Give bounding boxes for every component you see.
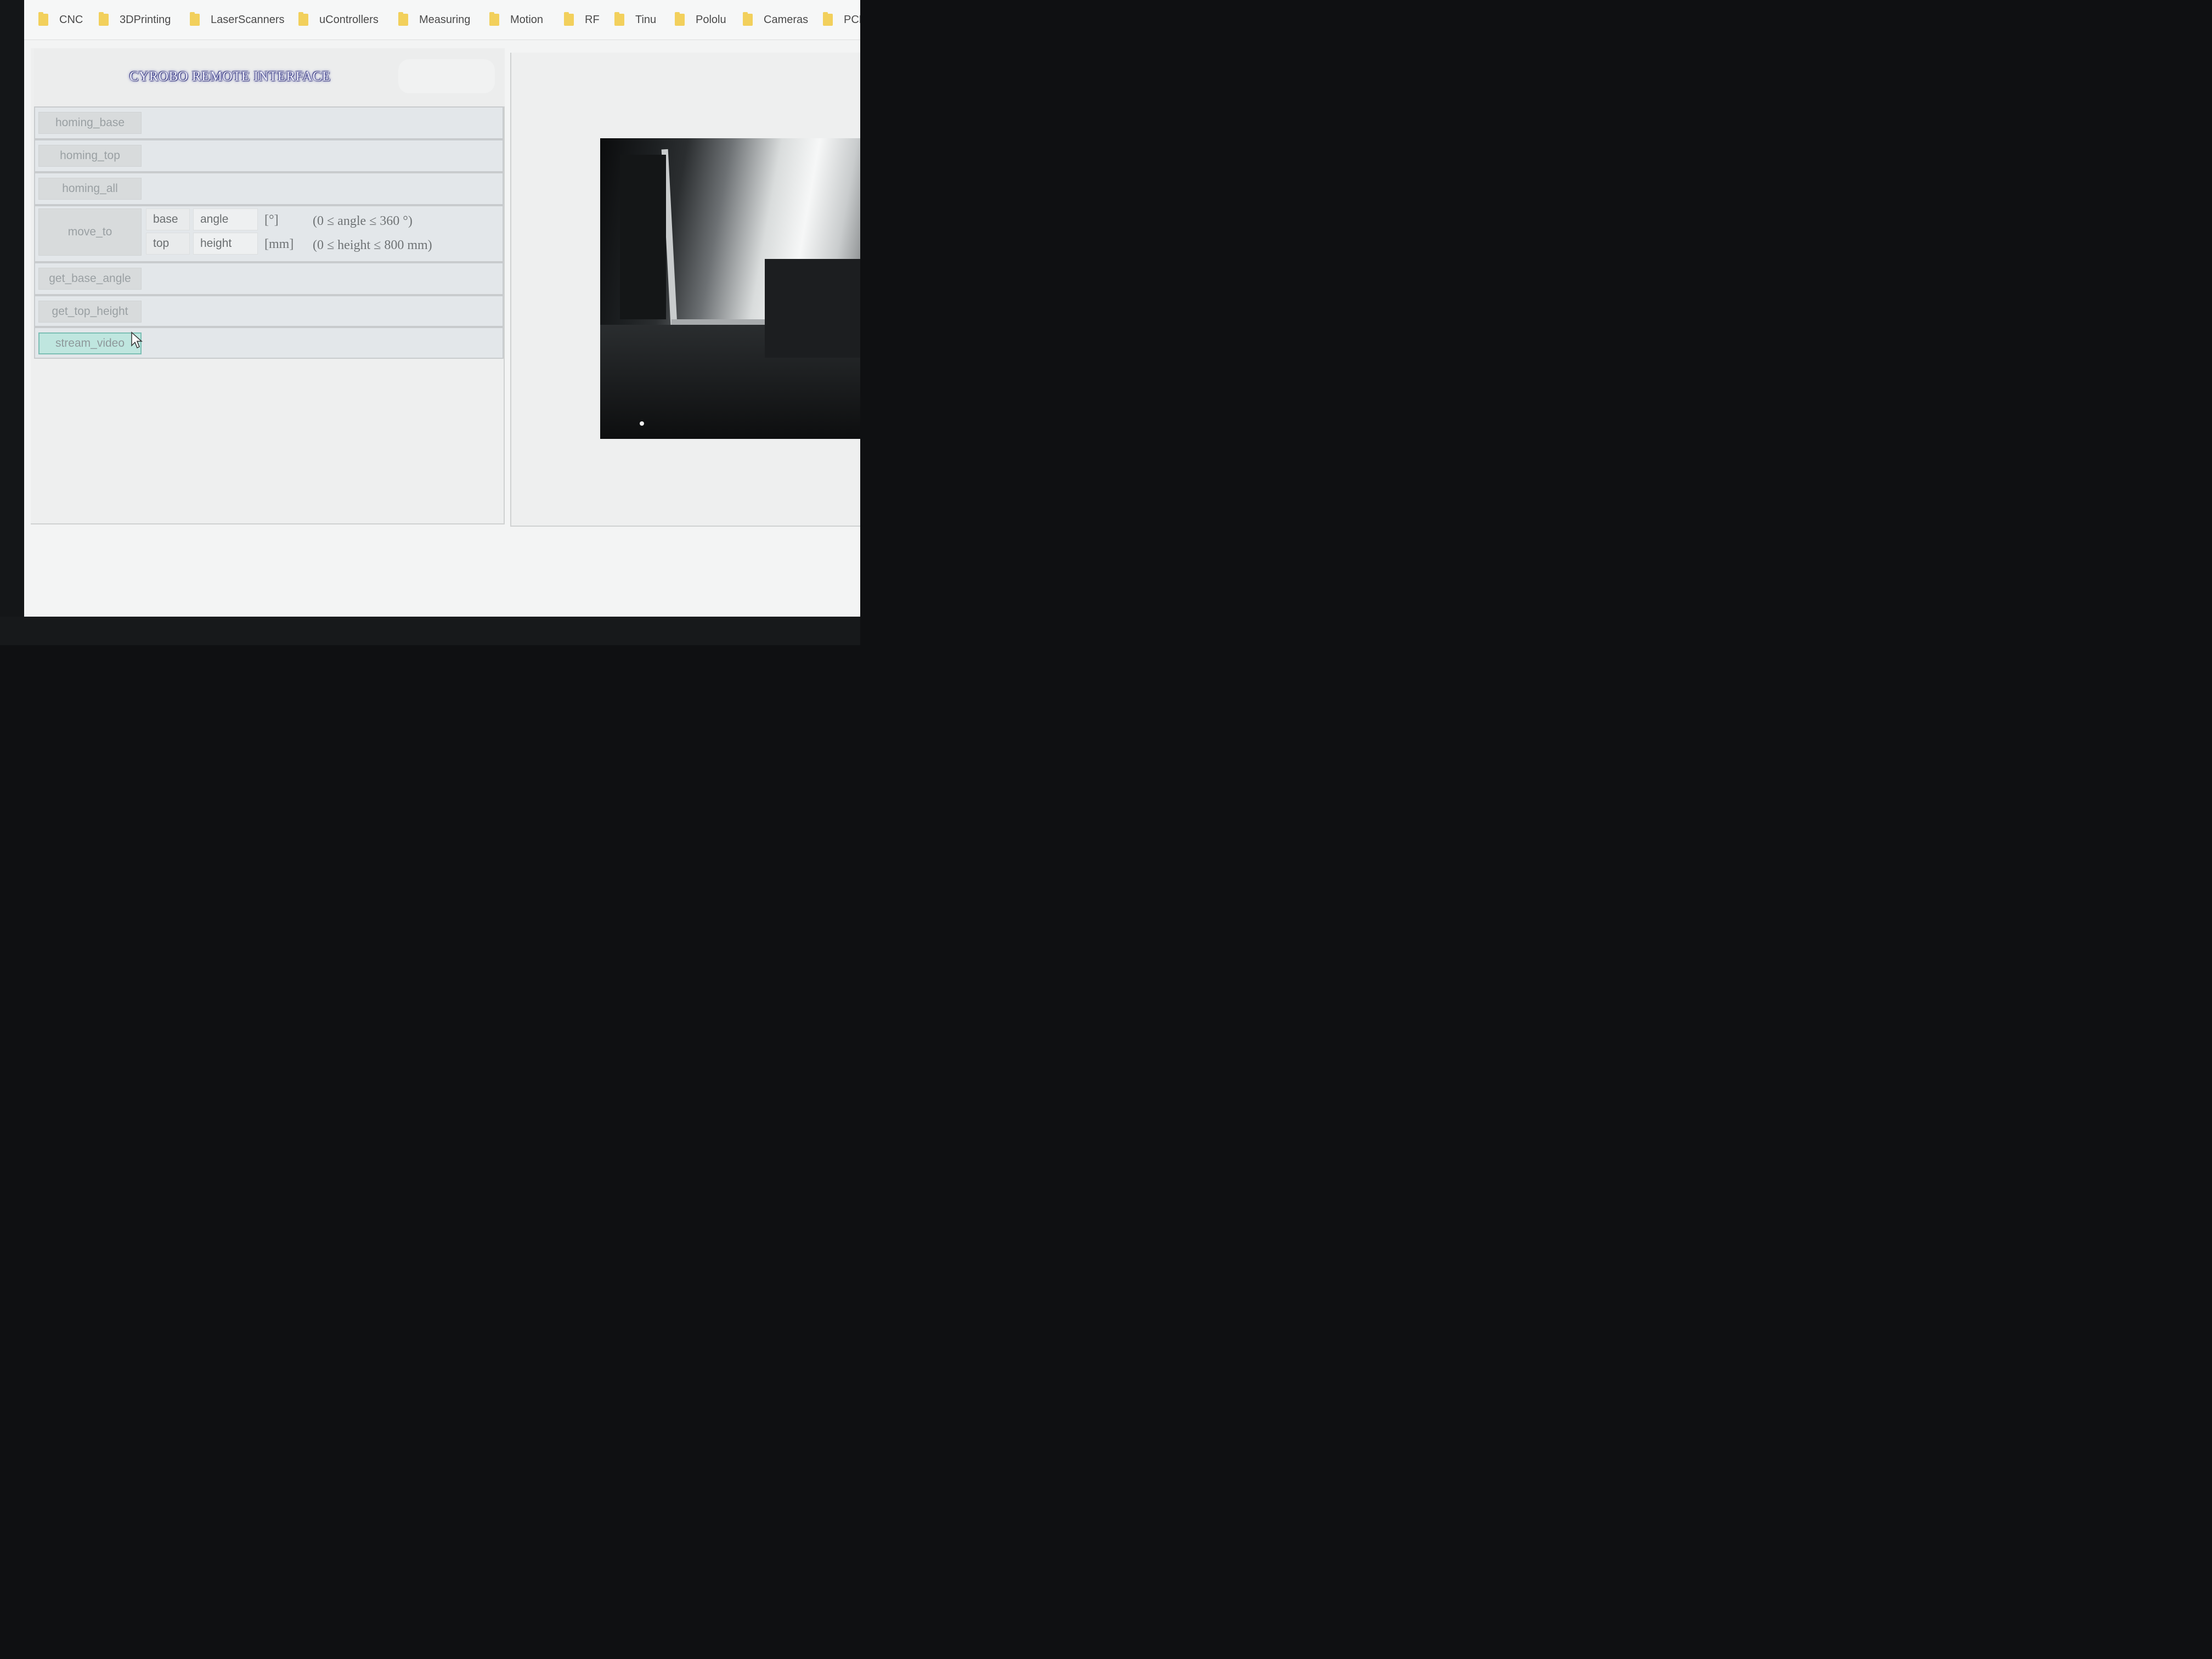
bookmark-laserscanners[interactable]: LaserScanners <box>190 11 285 29</box>
command-row-homing-base: homing_base <box>34 106 504 139</box>
folder-icon <box>823 12 833 26</box>
bookmark-rf[interactable]: RF <box>564 11 600 29</box>
folder-icon <box>190 12 200 26</box>
command-row-get-base-angle: get_base_angle <box>34 262 504 295</box>
stream-video-button[interactable]: stream_video <box>38 332 142 354</box>
bookmarks-bar: CNC 3DPrinting LaserScanners uController… <box>24 0 860 40</box>
video-stream <box>600 138 860 439</box>
folder-icon <box>614 12 624 26</box>
bookmark-motion[interactable]: Motion <box>489 11 543 29</box>
command-row-homing-all: homing_all <box>34 172 504 205</box>
homing-base-button[interactable]: homing_base <box>38 112 142 134</box>
bookmark-3dprinting[interactable]: 3DPrinting <box>99 11 171 29</box>
command-row-move-to: move_to base angle [°] (0 ≤ angle ≤ 360 … <box>34 205 504 262</box>
monitor-bezel-bottom <box>0 617 860 645</box>
folder-icon <box>489 12 499 26</box>
folder-icon <box>398 12 408 26</box>
header-placeholder <box>398 59 495 93</box>
folder-icon <box>743 12 753 26</box>
get-top-height-button[interactable]: get_top_height <box>38 301 142 323</box>
bookmark-measuring[interactable]: Measuring <box>398 11 470 29</box>
video-light-spot <box>640 421 644 426</box>
bookmark-pcb[interactable]: PCB <box>823 11 860 29</box>
get-base-angle-button[interactable]: get_base_angle <box>38 268 142 290</box>
base-angle-input[interactable]: angle <box>193 208 258 230</box>
video-dark-frame <box>620 155 666 319</box>
app-title: CYROBO REMOTE INTERFACE <box>129 69 331 84</box>
base-angle-range: (0 ≤ angle ≤ 360 °) <box>313 214 413 228</box>
control-panel: CYROBO REMOTE INTERFACE homing_base homi… <box>31 48 505 524</box>
folder-icon <box>38 12 48 26</box>
base-axis-label: base <box>146 208 190 230</box>
bookmark-cameras[interactable]: Cameras <box>743 11 808 29</box>
video-equipment <box>765 259 860 358</box>
move-to-button[interactable]: move_to <box>38 208 142 256</box>
panel-header: CYROBO REMOTE INTERFACE <box>34 48 505 106</box>
command-row-stream-video: stream_video <box>34 327 504 359</box>
top-height-input[interactable]: height <box>193 233 258 255</box>
command-row-get-top-height: get_top_height <box>34 295 504 327</box>
homing-top-button[interactable]: homing_top <box>38 145 142 167</box>
folder-icon <box>564 12 574 26</box>
homing-all-button[interactable]: homing_all <box>38 178 142 200</box>
browser-screen: CNC 3DPrinting LaserScanners uController… <box>24 0 860 617</box>
top-height-range: (0 ≤ height ≤ 800 mm) <box>313 238 432 252</box>
folder-icon <box>298 12 308 26</box>
bookmark-tinu[interactable]: Tinu <box>614 11 656 29</box>
command-row-homing-top: homing_top <box>34 139 504 172</box>
bookmark-cnc[interactable]: CNC <box>38 11 83 29</box>
monitor-bezel-left <box>0 0 24 645</box>
top-axis-label: top <box>146 233 190 255</box>
bookmark-ucontrollers[interactable]: uControllers <box>298 11 379 29</box>
top-height-unit: [mm] <box>264 237 294 251</box>
base-angle-unit: [°] <box>264 213 279 227</box>
folder-icon <box>675 12 685 26</box>
bookmark-pololu[interactable]: Pololu <box>675 11 726 29</box>
video-panel <box>510 53 860 527</box>
folder-icon <box>99 12 109 26</box>
mouse-cursor-icon <box>131 331 143 349</box>
